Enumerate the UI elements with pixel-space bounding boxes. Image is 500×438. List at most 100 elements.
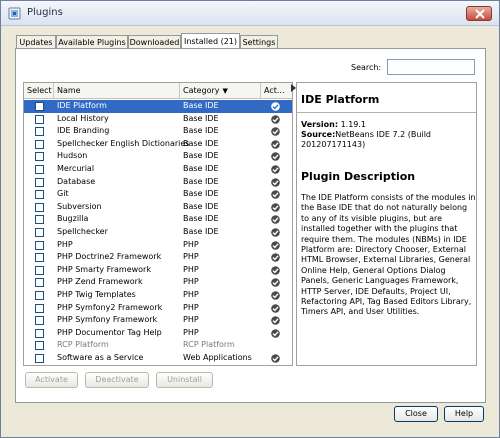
table-row[interactable]: Mercurial Base IDE	[24, 163, 292, 176]
table-row[interactable]: Local History Base IDE	[24, 113, 292, 126]
plugin-category: PHP	[183, 277, 199, 287]
plugin-category: PHP	[183, 327, 199, 337]
select-checkbox[interactable]	[35, 291, 44, 300]
plugin-name: PHP Smarty Framework	[57, 264, 151, 274]
plugin-name: Software as a Service	[57, 353, 144, 362]
select-checkbox[interactable]	[35, 202, 44, 212]
close-button[interactable]: Close	[394, 406, 438, 422]
table-row[interactable]: Spellchecker Base IDE	[24, 226, 292, 239]
table-row[interactable]: PHP PHP	[24, 239, 292, 252]
select-checkbox[interactable]	[35, 316, 44, 326]
table-row[interactable]: PHP Symfony2 Framework PHP	[24, 302, 292, 315]
uninstall-button[interactable]: Uninstall	[156, 372, 213, 388]
table-row[interactable]: Subversion Base IDE	[24, 201, 292, 214]
detail-title: IDE Platform	[301, 93, 380, 106]
table-row[interactable]: IDE Platform Base IDE	[24, 100, 292, 113]
active-check-icon	[271, 228, 280, 237]
select-checkbox[interactable]	[35, 341, 44, 351]
active-check-icon	[271, 291, 280, 300]
source-label: Source:	[301, 130, 336, 139]
select-checkbox[interactable]	[35, 240, 44, 250]
plugin-name: PHP Symfony Framework	[57, 315, 158, 325]
plugin-category: PHP	[183, 290, 199, 299]
active-check-icon	[271, 316, 280, 325]
active-check-icon	[271, 202, 280, 212]
active-check-icon	[271, 127, 280, 136]
select-checkbox[interactable]	[35, 228, 44, 237]
select-checkbox[interactable]	[35, 177, 44, 187]
table-row[interactable]: PHP Symfony Framework PHP	[24, 314, 292, 327]
select-checkbox[interactable]	[35, 328, 44, 338]
select-checkbox[interactable]	[35, 127, 44, 137]
select-checkbox[interactable]	[35, 190, 44, 200]
column-header-category-label: Category	[183, 86, 220, 95]
table-row[interactable]: IDE Branding Base IDE	[24, 125, 292, 138]
search-input[interactable]	[387, 59, 475, 75]
table-row[interactable]: PHP Documentor Tag Help PHP	[24, 327, 292, 340]
plugin-name: Hudson	[57, 151, 88, 161]
plugin-category: Base IDE	[183, 176, 219, 186]
detail-version: Version: 1.19.1	[301, 120, 366, 130]
plugin-name: IDE Platform	[57, 101, 107, 110]
plugin-category: PHP	[183, 302, 199, 312]
select-checkbox[interactable]	[35, 139, 44, 149]
active-check-icon	[271, 152, 280, 162]
table-row[interactable]: Git Base IDE	[24, 188, 292, 201]
plugin-name: IDE Branding	[57, 126, 110, 136]
column-header-active[interactable]: Act...	[261, 83, 292, 99]
table-header: Select Name Category ▼ Act...	[24, 83, 292, 99]
plugin-category: PHP	[183, 239, 199, 249]
select-checkbox[interactable]	[35, 215, 44, 225]
plugins-app-icon	[8, 7, 21, 20]
search-label: Search:	[351, 63, 382, 72]
plugins-table: Select Name Category ▼ Act... IDE Platfor…	[23, 82, 293, 366]
plugin-category: Web Applications	[183, 353, 252, 362]
active-check-icon	[271, 328, 280, 338]
table-row[interactable]: Bugzilla Base IDE	[24, 213, 292, 226]
select-checkbox[interactable]	[35, 354, 44, 363]
version-label: Version:	[301, 120, 339, 129]
plugin-category: PHP	[183, 315, 199, 325]
plugin-category: Base IDE	[183, 113, 219, 123]
column-header-category[interactable]: Category ▼	[180, 83, 261, 99]
table-row[interactable]: Software as a Service Web Applications	[24, 352, 292, 365]
activate-button[interactable]: Activate	[25, 372, 78, 388]
deactivate-button[interactable]: Deactivate	[85, 372, 149, 388]
table-row[interactable]: PHP Zend Framework PHP	[24, 276, 292, 289]
select-checkbox[interactable]	[35, 265, 44, 275]
plugin-category: Base IDE	[183, 214, 219, 224]
table-row[interactable]: PHP Smarty Framework PHP	[24, 264, 292, 277]
column-header-name[interactable]: Name	[54, 83, 180, 99]
table-row[interactable]: Hudson Base IDE	[24, 150, 292, 163]
table-row[interactable]: Database Base IDE	[24, 176, 292, 189]
active-check-icon	[271, 114, 280, 124]
plugin-name: Local History	[57, 113, 109, 123]
plugin-name: PHP Documentor Tag Help	[57, 327, 162, 337]
select-checkbox[interactable]	[35, 253, 44, 263]
select-checkbox[interactable]	[35, 152, 44, 162]
plugin-name: PHP Zend Framework	[57, 277, 143, 287]
table-row[interactable]: Spellchecker English Dictionaries Base ID…	[24, 138, 292, 151]
select-checkbox[interactable]	[35, 165, 44, 174]
plugin-category: Base IDE	[183, 151, 219, 161]
plugin-name: Subversion	[57, 201, 102, 211]
column-header-select[interactable]: Select	[24, 83, 54, 99]
plugin-name: PHP Symfony2 Framework	[57, 302, 163, 312]
table-row[interactable]: PHP Doctrine2 Framework PHP	[24, 251, 292, 264]
active-check-icon	[271, 303, 280, 313]
window-title: Plugins	[27, 7, 63, 18]
table-row[interactable]: RCP Platform RCP Platform	[24, 339, 292, 352]
plugin-category: PHP	[183, 264, 199, 274]
help-button[interactable]: Help	[444, 406, 484, 422]
table-row[interactable]: PHP Twig Templates PHP	[24, 289, 292, 302]
sort-descending-icon: ▼	[222, 87, 228, 95]
select-checkbox[interactable]	[35, 278, 44, 288]
plugin-name: PHP Twig Templates	[57, 290, 136, 299]
select-checkbox[interactable]	[35, 102, 44, 111]
detail-source: Source:NetBeans IDE 7.2 (Build 201207171…	[301, 130, 476, 150]
select-checkbox[interactable]	[35, 114, 44, 124]
plugin-category: Base IDE	[183, 227, 219, 236]
title-bar[interactable]: Plugins	[1, 1, 499, 26]
select-checkbox[interactable]	[35, 303, 44, 313]
window-close-button[interactable]	[466, 6, 492, 21]
